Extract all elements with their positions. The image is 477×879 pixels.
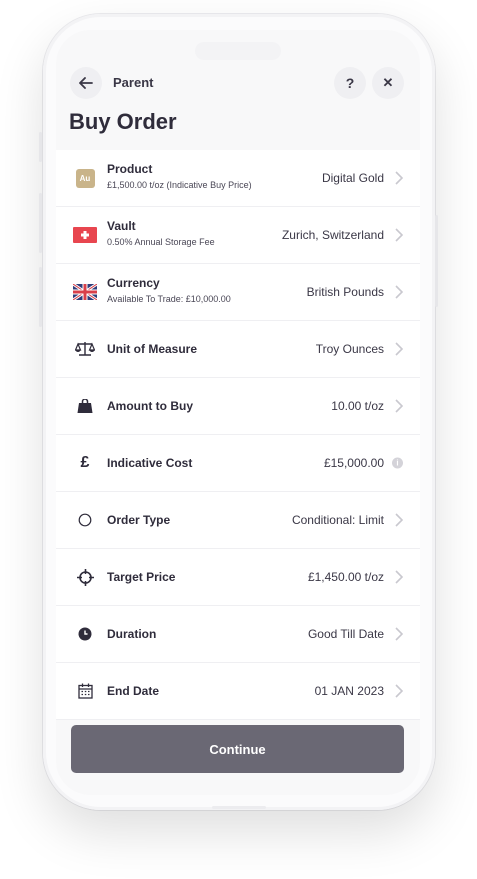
chevron-right-icon bbox=[395, 570, 404, 584]
calendar-icon bbox=[72, 681, 98, 701]
duration-row[interactable]: Duration Good Till Date bbox=[56, 606, 420, 663]
scales-icon bbox=[72, 339, 98, 359]
row-value: Zurich, Switzerland bbox=[281, 228, 384, 242]
help-button[interactable]: ? bbox=[334, 67, 366, 99]
clock-icon bbox=[72, 624, 98, 644]
page-title: Buy Order bbox=[69, 109, 177, 134]
row-value: 10.00 t/oz bbox=[331, 399, 384, 413]
chevron-right-icon bbox=[395, 399, 404, 413]
currency-row[interactable]: Currency Available To Trade: £10,000.00 … bbox=[56, 264, 420, 321]
chevron-right-icon bbox=[395, 342, 404, 356]
row-value: Conditional: Limit bbox=[291, 513, 384, 527]
row-value: £1,450.00 t/oz bbox=[307, 570, 384, 584]
vault-row[interactable]: Vault 0.50% Annual Storage Fee Zurich, S… bbox=[56, 207, 420, 264]
chevron-right-icon bbox=[395, 228, 404, 242]
row-title: End Date bbox=[107, 684, 160, 698]
chevron-right-icon bbox=[395, 285, 404, 299]
row-value: Digital Gold bbox=[321, 171, 384, 185]
chevron-right-icon bbox=[395, 684, 404, 698]
continue-button[interactable]: Continue bbox=[71, 725, 404, 773]
question-icon: ? bbox=[345, 75, 355, 91]
circle-icon bbox=[72, 510, 98, 530]
pound-symbol: £ bbox=[80, 454, 90, 471]
back-button[interactable] bbox=[70, 67, 102, 99]
row-value: Good Till Date bbox=[307, 627, 384, 641]
gold-badge: Au bbox=[75, 168, 95, 188]
bag-icon bbox=[72, 396, 98, 416]
arrow-left-icon bbox=[79, 77, 93, 89]
close-icon: ✕ bbox=[382, 75, 394, 90]
swiss-flag-icon bbox=[72, 225, 98, 245]
notch bbox=[195, 42, 281, 60]
row-title: Unit of Measure bbox=[107, 342, 198, 356]
home-indicator bbox=[212, 806, 266, 809]
row-subtitle: 0.50% Annual Storage Fee bbox=[107, 237, 215, 247]
row-value: Troy Ounces bbox=[315, 342, 384, 356]
uk-flag-icon bbox=[72, 282, 98, 302]
back-label[interactable]: Parent bbox=[113, 75, 153, 90]
row-title: Duration bbox=[107, 627, 157, 641]
row-value: 01 JAN 2023 bbox=[314, 684, 384, 698]
row-title: Target Price bbox=[107, 570, 176, 584]
row-subtitle: Available To Trade: £10,000.00 bbox=[107, 294, 231, 304]
row-title: Product bbox=[107, 162, 153, 176]
row-subtitle: £1,500.00 t/oz (Indicative Buy Price) bbox=[107, 180, 252, 190]
end-date-row[interactable]: End Date 01 JAN 2023 bbox=[56, 663, 420, 720]
product-row[interactable]: Au Product £1,500.00 t/oz (Indicative Bu… bbox=[56, 150, 420, 207]
app-screen: Parent ? ✕ Buy Order Au Product £1,500.0… bbox=[56, 30, 420, 795]
close-button[interactable]: ✕ bbox=[372, 67, 404, 99]
row-title: Amount to Buy bbox=[107, 399, 193, 413]
chevron-right-icon bbox=[395, 171, 404, 185]
order-form: Au Product £1,500.00 t/oz (Indicative Bu… bbox=[56, 150, 420, 720]
info-icon[interactable]: i bbox=[392, 457, 403, 469]
row-value: British Pounds bbox=[306, 285, 384, 299]
row-title: Order Type bbox=[107, 513, 171, 527]
order-type-row[interactable]: Order Type Conditional: Limit bbox=[56, 492, 420, 549]
side-button bbox=[39, 193, 42, 253]
side-button bbox=[39, 267, 42, 327]
gold-badge-icon: Au bbox=[72, 168, 98, 188]
row-title: Indicative Cost bbox=[107, 456, 193, 470]
chevron-right-icon bbox=[395, 513, 404, 527]
row-title: Currency bbox=[107, 276, 160, 290]
crosshair-icon bbox=[72, 567, 98, 587]
target-price-row[interactable]: Target Price £1,450.00 t/oz bbox=[56, 549, 420, 606]
indicative-cost-row: £ Indicative Cost £15,000.00 i bbox=[56, 435, 420, 492]
chevron-right-icon bbox=[395, 627, 404, 641]
unit-of-measure-row[interactable]: Unit of Measure Troy Ounces bbox=[56, 321, 420, 378]
side-button bbox=[39, 132, 42, 162]
header: Parent ? ✕ Buy Order bbox=[56, 30, 420, 150]
pound-icon: £ bbox=[72, 453, 98, 473]
row-title: Vault bbox=[107, 219, 136, 233]
row-value: £15,000.00 bbox=[323, 456, 384, 470]
footer: Continue bbox=[56, 720, 420, 795]
side-button bbox=[435, 215, 438, 307]
amount-to-buy-row[interactable]: Amount to Buy 10.00 t/oz bbox=[56, 378, 420, 435]
